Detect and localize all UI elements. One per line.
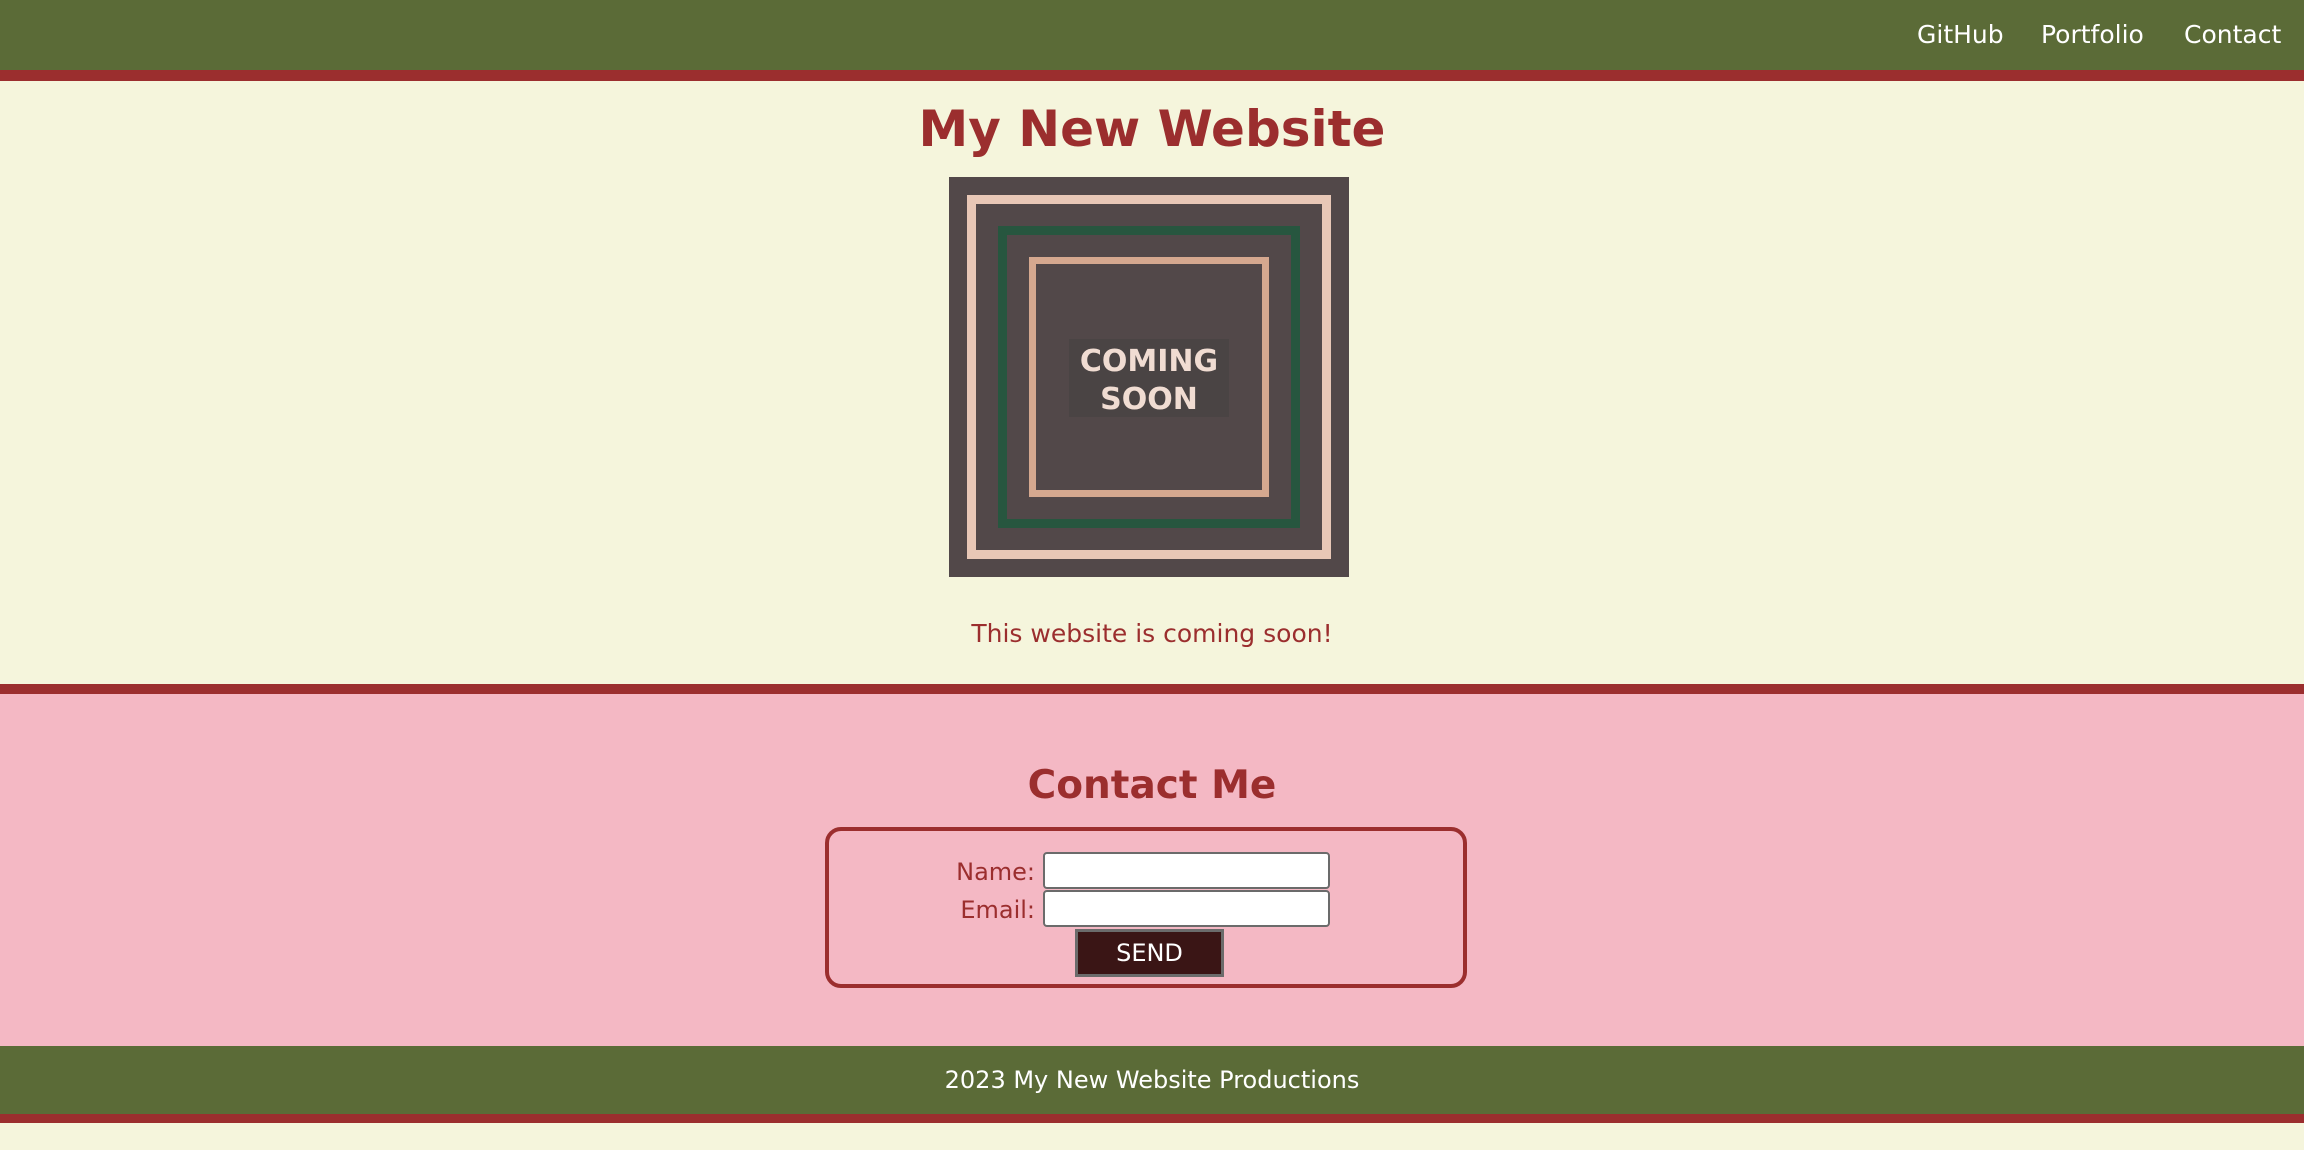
send-button[interactable]: SEND xyxy=(1075,929,1224,977)
top-nav-bar: GitHub Portfolio Contact xyxy=(0,0,2304,81)
section-divider xyxy=(0,684,2304,694)
name-label: Name: xyxy=(956,858,1035,886)
coming-soon-line2: SOON xyxy=(1100,382,1198,417)
page-title: My New Website xyxy=(918,100,1386,158)
nav-link-portfolio[interactable]: Portfolio xyxy=(2041,18,2144,52)
contact-title: Contact Me xyxy=(1027,763,1277,808)
coming-soon-image: COMING SOON xyxy=(949,177,1349,577)
coming-soon-line1: COMING xyxy=(1080,344,1218,379)
coming-soon-message: This website is coming soon! xyxy=(971,619,1333,648)
nav-link-contact[interactable]: Contact xyxy=(2184,18,2281,52)
email-input[interactable] xyxy=(1043,890,1330,927)
name-input[interactable] xyxy=(1043,852,1330,889)
footer-text: 2023 My New Website Productions xyxy=(944,1066,1360,1094)
email-label: Email: xyxy=(960,896,1035,924)
nav-link-github[interactable]: GitHub xyxy=(1917,18,2004,52)
